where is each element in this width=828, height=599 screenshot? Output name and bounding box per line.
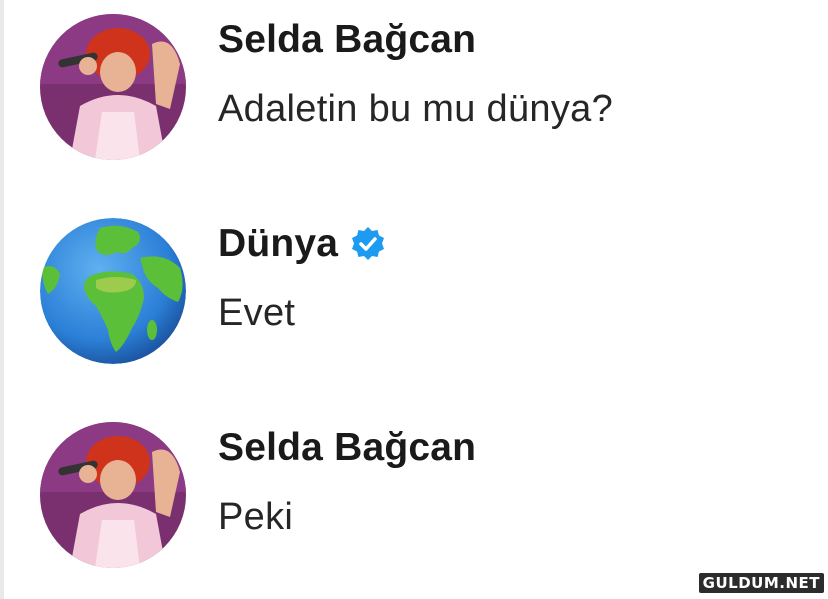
earth-globe-icon [40, 218, 186, 364]
sender-name[interactable]: Dünya [218, 222, 338, 266]
avatar[interactable] [40, 218, 186, 364]
name-row: Selda Bağcan [218, 422, 476, 474]
singer-photo-avatar [40, 14, 186, 160]
name-row: Dünya [218, 218, 386, 270]
conversation-screen: Selda Bağcan Adaletin bu mu dünya? Dünya… [0, 0, 828, 599]
message-body: Selda Bağcan Peki [218, 422, 476, 539]
message-item: Dünya Evet [40, 218, 386, 364]
sender-name[interactable]: Selda Bağcan [218, 426, 476, 470]
message-body: Dünya Evet [218, 218, 386, 335]
avatar[interactable] [40, 14, 186, 160]
sender-name[interactable]: Selda Bağcan [218, 18, 476, 62]
name-row: Selda Bağcan [218, 14, 613, 66]
message-text: Peki [218, 496, 294, 538]
message-item: Selda Bağcan Adaletin bu mu dünya? [40, 14, 613, 160]
singer-photo-avatar [40, 422, 186, 568]
left-border [0, 0, 4, 599]
watermark-logo: GULDUM.NET [698, 573, 824, 593]
message-text: Evet [218, 292, 296, 334]
message-item: Selda Bağcan Peki [40, 422, 476, 568]
message-text: Adaletin bu mu dünya? [218, 88, 614, 130]
message-body: Selda Bağcan Adaletin bu mu dünya? [218, 14, 613, 131]
avatar[interactable] [40, 422, 186, 568]
verified-badge-icon [352, 227, 385, 260]
